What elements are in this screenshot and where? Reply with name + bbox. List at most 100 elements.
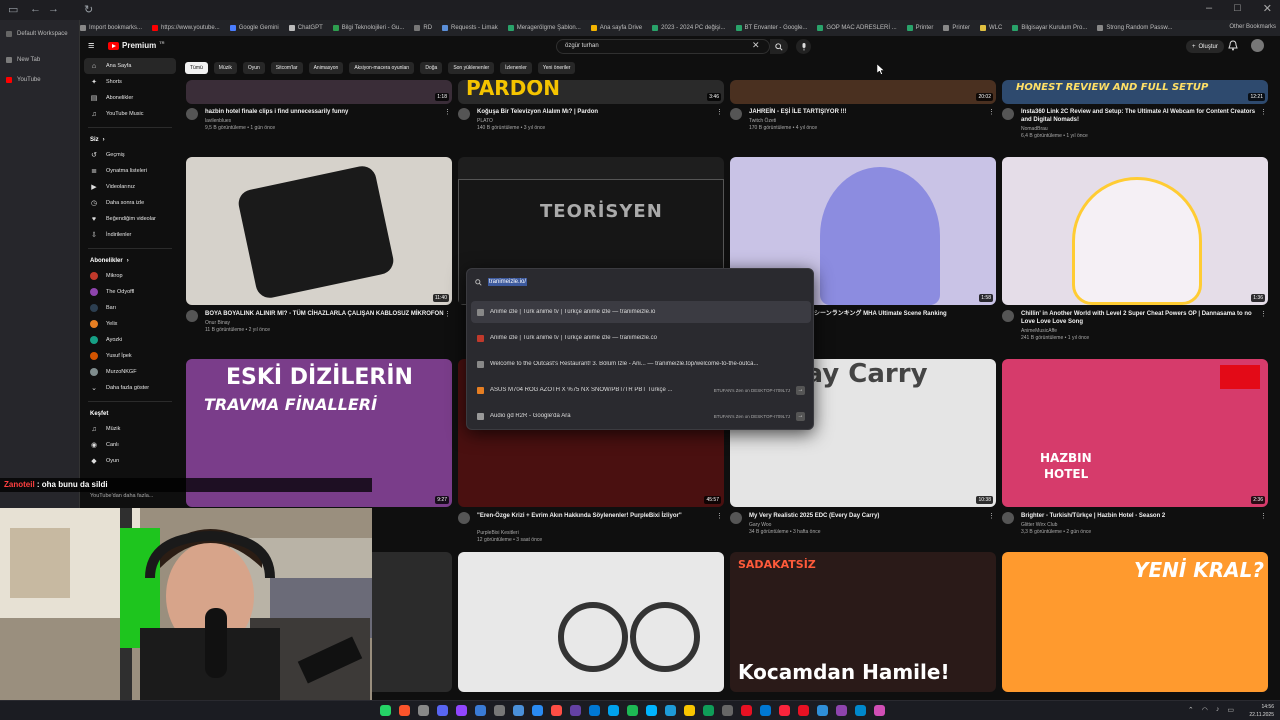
channel-avatar[interactable] — [458, 512, 470, 524]
sidebar-item[interactable]: ▤ Abonelikler — [80, 90, 180, 106]
taskbar-app-icon[interactable] — [798, 705, 809, 716]
video-thumbnail[interactable]: SADAKATSİZ Kocamdan Hamile! — [730, 552, 996, 692]
bookmark-item[interactable]: ChatGPT — [288, 25, 323, 31]
section-header-subscriptions[interactable]: Abonelikler › — [80, 254, 180, 268]
taskbar-app-icon[interactable] — [456, 705, 467, 716]
sidebar-item[interactable]: Barı — [80, 300, 180, 316]
video-title[interactable]: BOYA BOYALINK ALINIR MI? - TÜM CİHAZLARL… — [205, 310, 445, 318]
sidebar-item[interactable]: ↺ Geçmiş — [80, 147, 180, 163]
bookmark-item[interactable]: Google Gemini — [229, 25, 279, 31]
taskbar-app-icon[interactable] — [570, 705, 581, 716]
channel-name[interactable]: PLATO — [477, 118, 493, 124]
taskbar-app-icon[interactable] — [418, 705, 429, 716]
taskbar-app-icon[interactable] — [494, 705, 505, 716]
sidebar-item[interactable]: ≣ Oynatma listeleri — [80, 163, 180, 179]
clear-search-icon[interactable]: ✕ — [752, 40, 760, 51]
address-suggestion[interactable]: Welcome to the Outcast's Restaurant! 3. … — [471, 353, 811, 375]
taskbar-app-icon[interactable] — [779, 705, 790, 716]
filter-chip[interactable]: Oyun — [242, 62, 265, 74]
taskbar-app-icon[interactable] — [475, 705, 486, 716]
browser-tab[interactable]: YouTube — [0, 72, 79, 88]
taskbar-app-icon[interactable] — [551, 705, 562, 716]
video-thumbnail[interactable]: 12:21 HONEST REVIEW AND FULL SETUP — [1002, 80, 1268, 104]
bookmark-item[interactable]: Bilgisayar Kurulum Pro... — [1012, 25, 1087, 31]
filter-chip[interactable]: Animasyon — [308, 62, 344, 74]
video-thumbnail[interactable]: 3:46 PARDON — [458, 80, 724, 104]
clock[interactable]: 14:56 22.11.2025 — [1249, 703, 1274, 719]
bookmark-item[interactable]: BT Envanter - Google... — [735, 25, 807, 31]
video-title[interactable]: "Eren-Özge Krizi + Evrim Akın Hakkında S… — [477, 512, 717, 520]
reload-icon[interactable]: ↻ — [84, 3, 93, 16]
video-title[interactable]: Insta360 Link 2C Review and Setup: The U… — [1021, 108, 1261, 124]
youtube-logo[interactable]: Premium TR — [108, 40, 165, 50]
video-thumbnail[interactable]: YENİ KRAL? — [1002, 552, 1268, 692]
video-title[interactable]: JAHREİN - EŞİ İLE TARTIŞIYOR !!! — [749, 108, 989, 116]
more-options-icon[interactable]: ⋮ — [716, 512, 723, 520]
show-more-button[interactable]: ⌄ Daha fazla göster — [80, 380, 180, 396]
taskbar-app-icon[interactable] — [722, 705, 733, 716]
sidebar-item[interactable]: ♫ Müzik — [80, 421, 180, 437]
taskbar-app-icon[interactable] — [646, 705, 657, 716]
sidebar-item[interactable]: The Odyoffl — [80, 284, 180, 300]
bookmark-item[interactable]: 2023 - 2024 PC değişi... — [652, 25, 726, 31]
battery-icon[interactable]: ▭ — [1227, 706, 1234, 714]
more-options-icon[interactable]: ⋮ — [988, 512, 995, 520]
bookmark-item[interactable]: Printer — [906, 25, 933, 31]
sidebar-item[interactable]: Yelix — [80, 316, 180, 332]
more-options-icon[interactable]: ⋮ — [444, 108, 451, 116]
video-thumbnail[interactable]: 11:40 — [186, 157, 452, 305]
minimize-icon[interactable]: – — [1206, 2, 1212, 15]
more-options-icon[interactable]: ⋮ — [716, 108, 723, 116]
sidebar-toggle-icon[interactable]: ▭ — [8, 3, 18, 16]
address-suggestion[interactable]: Anime izle | Türk anime tv | Türkçe anim… — [471, 327, 811, 349]
sidebar-item[interactable]: ⇩ İndirilenler — [80, 227, 180, 243]
switch-to-tab-icon[interactable]: → — [796, 411, 805, 421]
taskbar-app-icon[interactable] — [608, 705, 619, 716]
sidebar-item[interactable]: ✦ Shorts — [80, 74, 180, 90]
channel-name[interactable]: Gary Woo — [749, 522, 771, 528]
bookmark-item[interactable]: https://www.youtube... — [152, 25, 220, 31]
sidebar-item[interactable]: ◷ Daha sonra izle — [80, 195, 180, 211]
address-suggestion[interactable]: Audio gd R2R - Google'da Ara BTUFAN's Zen… — [471, 405, 811, 427]
video-thumbnail[interactable]: 20:02 — [730, 80, 996, 104]
video-thumbnail[interactable] — [458, 552, 724, 692]
channel-name[interactable]: Glitter Wirx Club — [1021, 522, 1057, 528]
filter-chip[interactable]: Sitcom'lar — [270, 62, 303, 74]
bookmark-item[interactable]: Printer — [943, 25, 970, 31]
channel-avatar[interactable] — [186, 108, 198, 120]
taskbar-app-icon[interactable] — [874, 705, 885, 716]
taskbar-app-icon[interactable] — [665, 705, 676, 716]
more-options-icon[interactable]: ⋮ — [1260, 310, 1267, 318]
sidebar-item[interactable]: ♥ Beğendiğim videolar — [80, 211, 180, 227]
more-options-icon[interactable]: ⋮ — [1260, 512, 1267, 520]
sidebar-item[interactable]: Ayozki — [80, 332, 180, 348]
network-icon[interactable]: ◠ — [1202, 706, 1208, 714]
video-title[interactable]: Koğuşa Bir Televizyon Alalım Mı? | Pardo… — [477, 108, 717, 116]
channel-avatar[interactable] — [186, 310, 198, 322]
bookmark-item[interactable]: Import bookmarks... — [80, 25, 142, 31]
bookmark-item[interactable]: WLC — [980, 25, 1002, 31]
taskbar-app-icon[interactable] — [855, 705, 866, 716]
filter-chip[interactable]: Aksiyon-macera oyunları — [349, 62, 415, 74]
video-thumbnail[interactable]: 2:36 HAZBIN HOTEL — [1002, 359, 1268, 507]
video-thumbnail[interactable]: 1:36 — [1002, 157, 1268, 305]
back-icon[interactable]: ← — [30, 3, 41, 15]
taskbar-app-icon[interactable] — [589, 705, 600, 716]
forward-icon[interactable]: → — [48, 3, 59, 15]
video-title[interactable]: シーンランキング MHA Ultimate Scene Ranking — [814, 310, 994, 318]
filter-chip[interactable]: Yeni öneriler — [537, 62, 576, 74]
address-suggestion[interactable]: Anime izle | Türk anime tv | Türkçe anim… — [471, 301, 811, 323]
hamburger-menu-icon[interactable]: ≡ — [88, 40, 94, 52]
taskbar-app-icon[interactable] — [760, 705, 771, 716]
search-input[interactable]: özgür turhan — [556, 39, 770, 54]
bookmark-item[interactable]: Requests - Limak — [442, 25, 498, 31]
sidebar-item[interactable]: ⌂ Ana Sayfa — [84, 58, 176, 74]
create-button[interactable]: + Oluştur — [1186, 40, 1224, 53]
taskbar-app-icon[interactable] — [684, 705, 695, 716]
bookmark-item[interactable]: Meragerölgme Şablon... — [507, 25, 581, 31]
search-button[interactable] — [770, 39, 788, 54]
bookmark-item[interactable]: Bilgi Teknolojileri - Gu... — [332, 25, 404, 31]
channel-avatar[interactable] — [730, 108, 742, 120]
sidebar-item[interactable]: Mikrop — [80, 268, 180, 284]
address-suggestion[interactable]: ASUS M704 ROG AZOTH X %75 NX SNOW/PBT/TR… — [471, 379, 811, 401]
